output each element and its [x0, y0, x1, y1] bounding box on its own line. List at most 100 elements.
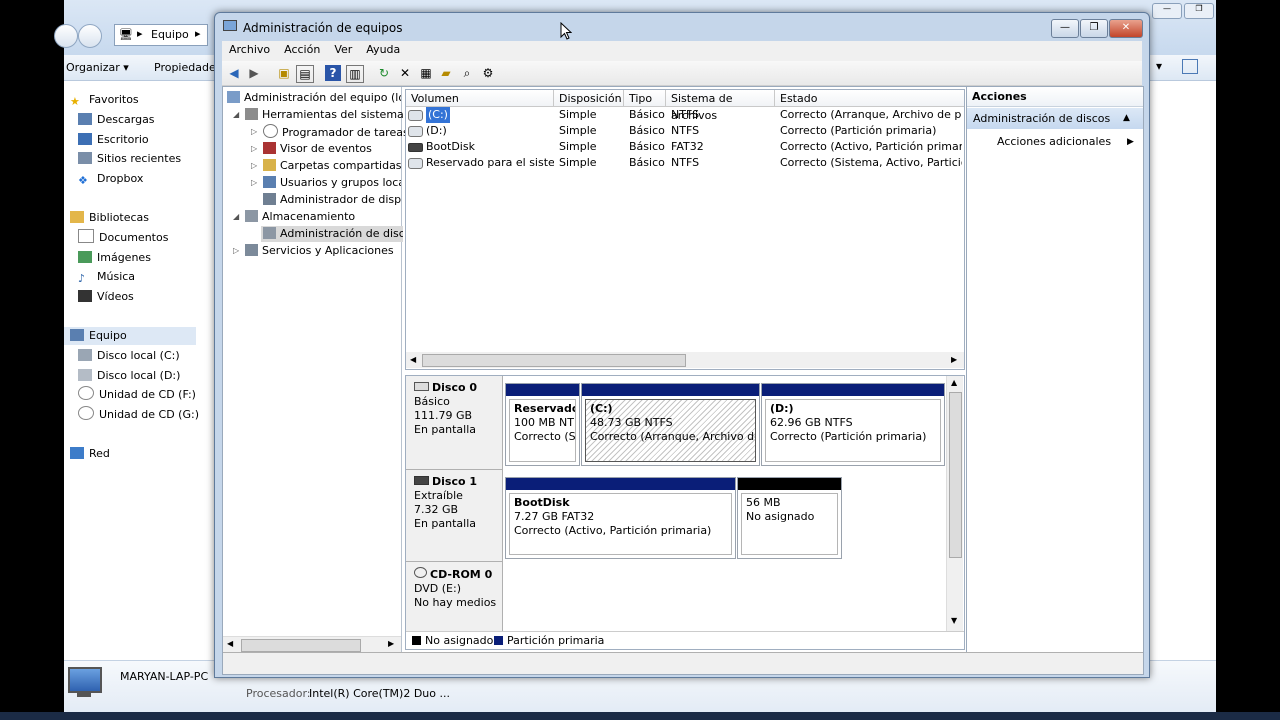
tree-local-users[interactable]: Usuarios y grupos locale: [263, 175, 401, 191]
users-icon: [263, 176, 276, 188]
nav-favorites[interactable]: ★ Favoritos: [70, 91, 139, 109]
table-row[interactable]: (D:) Simple Básico NTFS Correcto (Partic…: [406, 123, 964, 139]
nav-computer[interactable]: Equipo: [64, 327, 196, 345]
tree-root[interactable]: Administración del equipo (loc: [227, 90, 401, 106]
menu-ver[interactable]: Ver: [327, 41, 359, 59]
tree-storage[interactable]: Almacenamiento: [245, 209, 355, 225]
expand-arrow-icon[interactable]: ▷: [251, 158, 257, 174]
menu-accion[interactable]: Acción: [277, 41, 327, 59]
column-status[interactable]: Estado: [775, 90, 964, 107]
nav-item-cd-f[interactable]: Unidad de CD (F:) 20: [78, 386, 198, 404]
back-button[interactable]: [54, 24, 78, 48]
tree-shared-folders[interactable]: Carpetas compartidas: [263, 158, 402, 174]
show-action-pane-icon[interactable]: ▥: [346, 65, 364, 83]
scroll-right-icon[interactable]: ▶: [388, 639, 394, 648]
table-row[interactable]: Reservado para el sistema Simple Básico …: [406, 155, 964, 171]
forward-button[interactable]: [78, 24, 102, 48]
menu-archivo[interactable]: Archivo: [222, 41, 277, 59]
view-options-icon[interactable]: ▾: [1156, 59, 1162, 73]
nav-item-videos[interactable]: Vídeos: [78, 288, 134, 306]
scroll-thumb[interactable]: [422, 354, 686, 367]
organize-button[interactable]: Organizar ▾: [66, 61, 129, 74]
cdrom-0-label[interactable]: CD-ROM 0 DVD (E:) No hay medios: [406, 562, 503, 631]
scroll-right-icon[interactable]: ▶: [951, 355, 957, 364]
up-folder-icon[interactable]: ▣: [276, 65, 292, 81]
open-folder-icon[interactable]: ▰: [438, 65, 454, 81]
expand-arrow-icon[interactable]: ▷: [251, 175, 257, 191]
expand-arrow-icon[interactable]: ▷: [251, 141, 257, 157]
tree-horizontal-scrollbar[interactable]: ◀ ▶: [223, 636, 401, 653]
close-button[interactable]: ✕: [1109, 19, 1143, 38]
partition-reserved[interactable]: Reservado p 100 MB NTFS Correcto (Sis: [505, 383, 580, 466]
collapse-arrow-icon[interactable]: ◢: [233, 209, 239, 225]
tree-event-viewer[interactable]: Visor de eventos: [263, 141, 372, 157]
scroll-left-icon[interactable]: ◀: [410, 355, 416, 364]
tree-device-manager[interactable]: Administrador de dispo: [263, 192, 401, 208]
nav-network[interactable]: Red: [70, 445, 110, 463]
scroll-down-icon[interactable]: ▼: [951, 616, 957, 625]
nav-item-downloads[interactable]: Descargas: [78, 111, 155, 129]
column-layout[interactable]: Disposición: [554, 90, 624, 107]
table-row[interactable]: (C:) Simple Básico NTFS Correcto (Arranq…: [406, 107, 964, 123]
disk-1-label[interactable]: Disco 1 Extraíble 7.32 GB En pantalla: [406, 470, 503, 562]
primary-partition-bar: [506, 478, 735, 490]
show-hide-tree-icon[interactable]: ▤: [296, 65, 314, 83]
column-filesystem[interactable]: Sistema de archivos: [666, 90, 775, 122]
scroll-thumb[interactable]: [241, 639, 361, 652]
scroll-up-icon[interactable]: ▲: [951, 378, 957, 387]
tree-services-apps[interactable]: Servicios y Aplicaciones: [245, 243, 394, 259]
nav-libraries[interactable]: Bibliotecas: [70, 209, 149, 227]
tree-disk-management[interactable]: Administración de disco: [261, 226, 403, 242]
pictures-icon: [78, 251, 92, 263]
tree-task-scheduler[interactable]: Programador de tareas: [263, 124, 409, 140]
disk-0-label[interactable]: Disco 0 Básico 111.79 GB En pantalla: [406, 376, 503, 470]
scroll-left-icon[interactable]: ◀: [227, 639, 233, 648]
nav-item-disk-c[interactable]: Disco local (C:): [78, 347, 180, 365]
scroll-thumb[interactable]: [949, 392, 962, 558]
back-arrow-icon[interactable]: ◀: [226, 65, 242, 81]
menu-ayuda[interactable]: Ayuda: [359, 41, 407, 59]
actions-disk-management[interactable]: Administración de discos ▲: [967, 108, 1143, 129]
nav-item-recent[interactable]: Sitios recientes: [78, 150, 181, 168]
delete-icon[interactable]: ✕: [397, 65, 413, 81]
address-crumb[interactable]: Equipo: [151, 28, 189, 41]
event-viewer-icon: [263, 142, 276, 154]
disk-map-vertical-scrollbar[interactable]: ▲ ▼: [946, 376, 963, 631]
minimize-button[interactable]: —: [1051, 19, 1079, 38]
unallocated-space[interactable]: 56 MB No asignado: [737, 477, 842, 559]
nav-item-dropbox[interactable]: ❖ Dropbox: [78, 170, 143, 188]
title-bar[interactable]: Administración de equipos — ❐ ✕: [215, 13, 1149, 41]
preview-pane-icon[interactable]: [1182, 59, 1198, 74]
column-type[interactable]: Tipo: [624, 90, 666, 107]
nav-item-cd-g[interactable]: Unidad de CD (G:): [78, 406, 199, 424]
tree-system-tools[interactable]: Herramientas del sistema: [245, 107, 404, 123]
forward-arrow-icon[interactable]: ▶: [246, 65, 262, 81]
partition-bootdisk[interactable]: BootDisk 7.27 GB FAT32 Correcto (Activo,…: [505, 477, 736, 559]
expand-arrow-icon[interactable]: ▷: [251, 124, 257, 140]
table-row[interactable]: BootDisk Simple Básico FAT32 Correcto (A…: [406, 139, 964, 155]
nav-item-pictures[interactable]: Imágenes: [78, 249, 151, 267]
address-bar[interactable]: 🖥 ▸ Equipo ▸: [114, 24, 208, 46]
settings-icon[interactable]: ⚙: [480, 65, 496, 81]
help-icon[interactable]: ?: [325, 65, 341, 81]
volume-list-horizontal-scrollbar[interactable]: ◀ ▶: [406, 352, 964, 368]
nav-item-documents[interactable]: Documentos: [78, 229, 168, 247]
maximize-button[interactable]: ❐: [1080, 19, 1108, 38]
search-icon[interactable]: ⌕: [459, 65, 475, 81]
nav-item-desktop[interactable]: Escritorio: [78, 131, 149, 149]
more-actions[interactable]: Acciones adicionales ▶: [997, 133, 1137, 151]
collapse-up-icon[interactable]: ▲: [1123, 108, 1130, 129]
column-volume[interactable]: Volumen: [406, 90, 554, 107]
maximize-button[interactable]: ❐: [1184, 3, 1214, 19]
nav-item-music[interactable]: ♪ Música: [78, 268, 135, 286]
properties-icon[interactable]: ▦: [418, 65, 434, 81]
partition-d[interactable]: (D:) 62.96 GB NTFS Correcto (Partición p…: [761, 383, 945, 466]
partition-c[interactable]: (C:) 48.73 GB NTFS Correcto (Arranque, A…: [581, 383, 760, 466]
minimize-button[interactable]: —: [1152, 3, 1182, 19]
collapse-arrow-icon[interactable]: ◢: [233, 107, 239, 123]
expand-arrow-icon[interactable]: ▷: [233, 243, 239, 259]
properties-button[interactable]: Propiedades: [154, 61, 221, 74]
console-tree: Administración del equipo (loc ◢ Herrami…: [223, 87, 409, 653]
refresh-icon[interactable]: ↻: [376, 65, 392, 81]
nav-item-disk-d[interactable]: Disco local (D:): [78, 367, 180, 385]
